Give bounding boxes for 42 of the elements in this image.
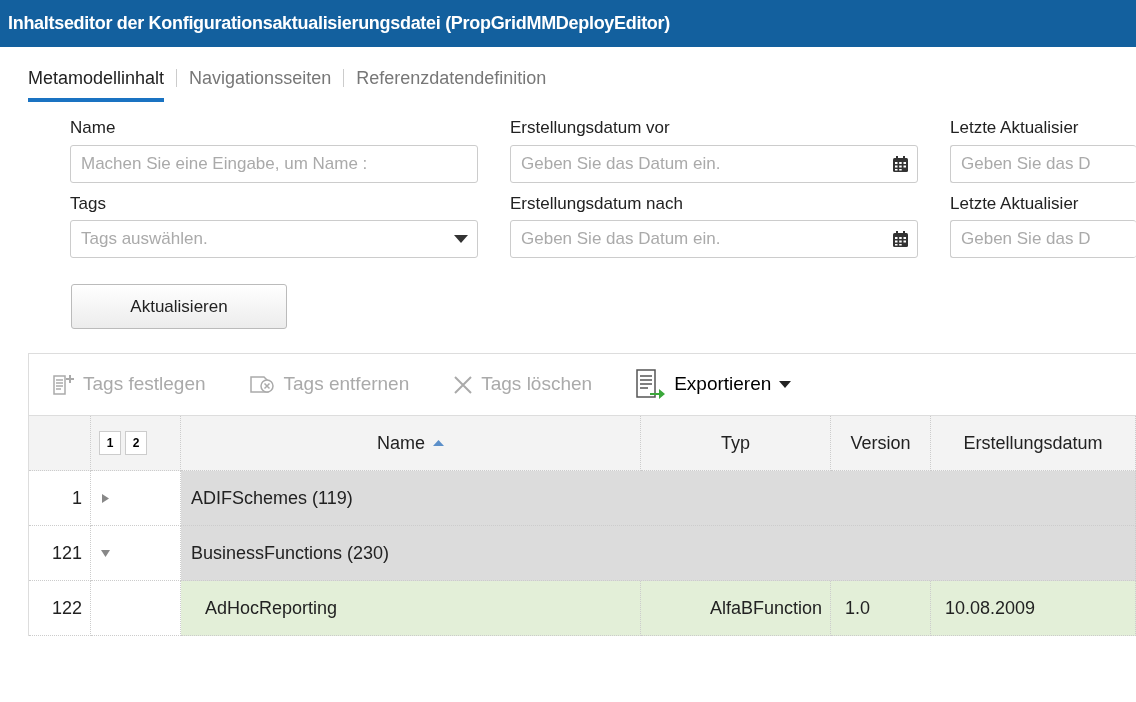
- calendar-icon[interactable]: [893, 231, 908, 247]
- table-cell: 1.0: [831, 581, 931, 636]
- field-label: Erstellungsdatum nach: [510, 192, 684, 215]
- field-label: Letzte Aktualisier: [950, 192, 1080, 215]
- window-title: Inhaltseditor der Konfigurationsaktualisierungsdatei (PropGridMMDeployEditor): [8, 12, 670, 35]
- expander-triangle-icon[interactable]: [101, 493, 110, 503]
- toolbar-button[interactable]: Exportieren: [636, 368, 792, 401]
- tab[interactable]: Referenzdatendefinition: [356, 54, 547, 102]
- document-plus-icon: [53, 374, 75, 395]
- table-cell: 10.08.2009: [931, 581, 1136, 636]
- text-field[interactable]: Machen Sie eine Eingabe, um Name :: [70, 144, 478, 183]
- date-field[interactable]: Geben Sie das Datum ein.: [510, 144, 918, 183]
- close-icon: [453, 374, 474, 395]
- date-field[interactable]: Geben Sie das D: [950, 144, 1136, 183]
- column-header[interactable]: Name: [181, 416, 641, 471]
- document-export-icon: [636, 368, 667, 401]
- dropdown-caret-icon[interactable]: [454, 235, 468, 243]
- level-button[interactable]: 1: [99, 431, 121, 455]
- column-header[interactable]: Version: [831, 416, 931, 471]
- caret-icon: [779, 381, 792, 388]
- group-row: ADIFSchemes (119): [181, 471, 1136, 526]
- field-label: Erstellungsdatum vor: [510, 117, 671, 139]
- column-header[interactable]: Erstellungsdatum: [931, 416, 1136, 471]
- column-header[interactable]: Typ: [641, 416, 831, 471]
- row-number: 122: [29, 581, 91, 636]
- table-cell: AdHocReporting: [181, 581, 641, 636]
- tab[interactable]: Metamodellinhalt: [28, 54, 165, 102]
- table-cell: AlfaBFunction: [641, 581, 831, 636]
- field-label: Letzte Aktualisier: [950, 117, 1080, 139]
- level-button[interactable]: 2: [125, 431, 147, 455]
- group-row: BusinessFunctions (230): [181, 526, 1136, 581]
- row-number: 121: [29, 526, 91, 581]
- tags-dropdown[interactable]: Tags auswählen.: [70, 220, 478, 258]
- tab[interactable]: Navigationsseiten: [189, 54, 332, 102]
- field-label: Name: [70, 117, 117, 139]
- document-remove-icon: [249, 373, 276, 396]
- expander-triangle-icon[interactable]: [101, 548, 110, 558]
- date-field[interactable]: Geben Sie das D: [950, 220, 1136, 258]
- field-label: Tags: [70, 192, 107, 215]
- date-field[interactable]: Geben Sie das Datum ein.: [510, 220, 918, 258]
- row-number: 1: [29, 471, 91, 526]
- refresh-button[interactable]: Aktualisieren: [71, 284, 287, 329]
